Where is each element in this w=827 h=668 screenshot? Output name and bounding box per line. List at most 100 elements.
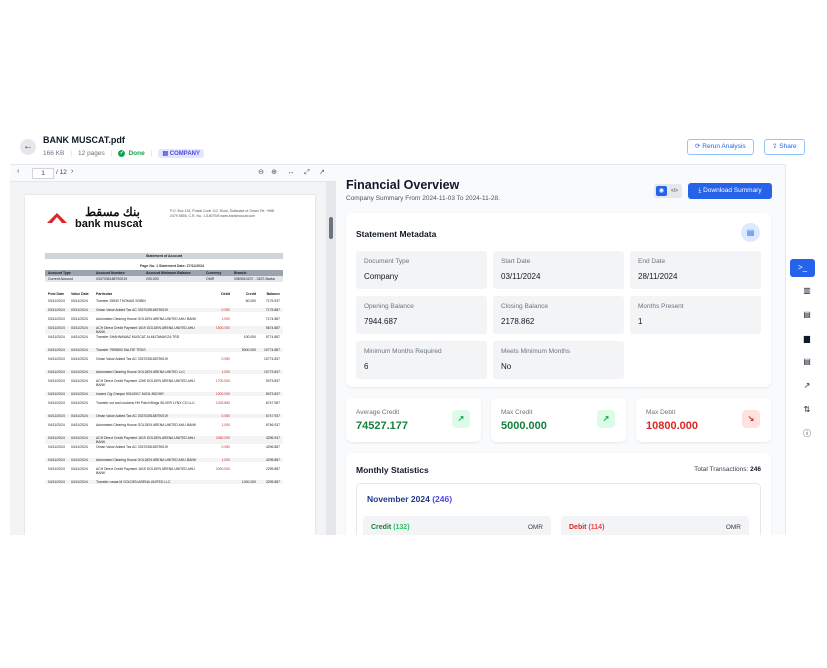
- transaction-cell: 2000.000: [215, 467, 230, 471]
- metadata-value: 28/11/2024: [638, 272, 678, 281]
- month-section: November 2024 (246) Credit (132) OMR Deb…: [356, 483, 761, 535]
- open-external-icon[interactable]: ↗: [317, 168, 327, 178]
- transaction-row: 04/11/2024 04/11/2024 Oman Value Added Tax…: [45, 357, 283, 361]
- pdf-toolbar: ‹ 1 / 12 › ⊖ ⊕ ↔ ⤢ ↗: [10, 165, 336, 182]
- pdf-viewer: ‹ 1 / 12 › ⊖ ⊕ ↔ ⤢ ↗ بنك مسقط bank musca…: [10, 164, 336, 535]
- sort-icon[interactable]: ⇅: [799, 402, 815, 418]
- document-icon[interactable]: ▤: [741, 223, 760, 242]
- transaction-cell: 04/11/2024: [48, 423, 65, 427]
- transaction-cell: 04/11/2024: [71, 401, 88, 405]
- transaction-cell: 7175.937: [265, 299, 280, 303]
- max-credit-card: Max Credit 5000.000 ↗: [491, 398, 626, 442]
- transaction-cell: [204, 299, 230, 303]
- transaction-cell: 1000.000: [215, 392, 230, 396]
- transaction-cell: 60.000: [245, 299, 256, 303]
- next-page-button[interactable]: ›: [71, 168, 73, 175]
- fullscreen-icon[interactable]: ⤢: [302, 168, 312, 178]
- metadata-value: 7944.687: [364, 317, 398, 326]
- card-title: Monthly Statistics: [356, 465, 429, 475]
- pdf-scrollbar[interactable]: [326, 182, 336, 535]
- trend-icon[interactable]: ↗: [799, 378, 815, 394]
- category-badge: ▤ COMPANY: [158, 149, 205, 158]
- transaction-cell: Transfer 25530 THOMAS SOBIN: [96, 299, 146, 303]
- account-value-cell: 0983910207 - 0337-Barka: [234, 277, 275, 281]
- logo-english: bank muscat: [75, 218, 143, 230]
- transaction-row: 04/11/2024 04/11/2024 Transfer rowas M GOL…: [45, 480, 283, 485]
- transaction-cell: ACH Direct Credit Payment 1269 GOLDEN AR…: [96, 379, 196, 388]
- transaction-cell: 04/11/2024: [71, 480, 88, 484]
- tx-header-cell: Credit: [245, 292, 256, 296]
- average-credit-card: Average Credit 74527.177 ↗: [346, 398, 481, 442]
- transaction-row: 04/11/2024 04/11/2024 Inward Clg Cheque 90…: [45, 392, 283, 397]
- transaction-cell: Inward Clg Cheque 90110517 M/111.BSOHR: [96, 392, 164, 396]
- book-icon[interactable]: ▆: [799, 331, 815, 347]
- page-number-input[interactable]: 1: [32, 168, 54, 179]
- transaction-cell: [230, 458, 256, 462]
- metadata-cell: Start Date 03/11/2024: [493, 251, 624, 289]
- document-icon[interactable]: ▤: [799, 307, 815, 323]
- transaction-cell: 04/11/2024: [48, 458, 65, 462]
- transaction-cell: [230, 414, 256, 418]
- tx-header-cell: Balance: [266, 292, 280, 296]
- transaction-cell: 04/11/2024: [48, 370, 65, 374]
- transaction-row: 04/11/2024 04/11/2024 Automated Clearing H…: [45, 423, 283, 427]
- prev-page-button[interactable]: ‹: [17, 168, 19, 175]
- total-value: 246: [750, 466, 761, 473]
- account-value-cell: Current Account: [48, 277, 74, 281]
- metadata-label: Start Date: [501, 258, 531, 265]
- page-subtitle: Company Summary From 2024-11-03 To 2024-…: [346, 195, 500, 202]
- currency-label: OMR: [527, 524, 543, 531]
- transaction-cell: 4296.887: [265, 445, 280, 449]
- transaction-cell: 04/11/2024: [48, 480, 65, 484]
- bar-chart-icon[interactable]: ▥: [799, 283, 815, 299]
- overview-panel: Financial Overview Company Summary From …: [336, 164, 785, 535]
- file-meta: 166 KB | 12 pages | ✓ Done | ▤ COMPANY: [43, 149, 205, 158]
- transaction-cell: [230, 445, 256, 449]
- info-icon[interactable]: ⓘ: [799, 426, 815, 442]
- transaction-cell: [230, 392, 256, 396]
- transaction-row: 04/11/2024 04/11/2024 ACH Direct Credit Pa…: [45, 436, 283, 445]
- total-pages: / 12: [56, 169, 67, 176]
- fit-width-icon[interactable]: ↔: [286, 168, 296, 178]
- metadata-cell: Meets Minimum Months No: [493, 341, 624, 379]
- transaction-cell: Automated Clearing House GOLDEN ARENA UN…: [96, 423, 197, 427]
- transaction-cell: 04/11/2024: [48, 445, 65, 449]
- transaction-row: 04/11/2024 04/11/2024 ACH Direct Credit Pa…: [45, 467, 283, 475]
- total-transactions: Total Transactions: 246: [694, 466, 761, 473]
- transaction-cell: 03/11/2024: [71, 308, 88, 312]
- transaction-cell: Transfer SHAHNAWAZ MUSCAT ALMUTAMAYZA TR…: [96, 335, 180, 339]
- transaction-cell: 04/11/2024: [71, 370, 88, 374]
- metadata-value: 2178.862: [501, 317, 535, 326]
- transaction-cell: [230, 326, 256, 334]
- scrollbar-thumb[interactable]: [329, 217, 333, 239]
- divider: |: [150, 150, 153, 157]
- credit-count: (132): [393, 524, 410, 531]
- zoom-in-icon[interactable]: ⊕: [269, 168, 279, 178]
- terminal-icon[interactable]: >_: [790, 259, 815, 277]
- back-button[interactable]: ←: [20, 139, 36, 155]
- transaction-cell: 10774.837: [263, 357, 280, 361]
- transaction-cell: 5000.000: [241, 348, 256, 352]
- transaction-cell: 04/11/2024: [48, 401, 65, 405]
- eye-icon[interactable]: ◉: [656, 186, 667, 196]
- share-button[interactable]: ⇪ Share: [764, 139, 805, 155]
- zoom-out-icon[interactable]: ⊖: [256, 168, 266, 178]
- code-icon[interactable]: </>: [669, 186, 680, 196]
- rerun-analysis-button[interactable]: ⟳ Rerun Analysis: [687, 139, 754, 155]
- transaction-cell: [230, 370, 256, 374]
- share-icon: ⇪: [772, 143, 778, 150]
- status-badge: ✓ Done: [118, 150, 145, 157]
- transaction-row: 03/11/2024 03/11/2024 Automated Clearing H…: [45, 317, 283, 321]
- account-table: Account Type Account Number: Account Min…: [45, 270, 283, 282]
- metadata-label: Meets Minimum Months: [501, 348, 570, 355]
- metadata-label: Opening Balance: [364, 303, 414, 310]
- transaction-cell: 04/11/2024: [48, 357, 65, 361]
- bank-logo-icon: [47, 213, 67, 223]
- file-text-icon[interactable]: ▤: [799, 354, 815, 370]
- transaction-cell: 04/11/2024: [48, 335, 65, 339]
- transaction-cell: 6747.937: [265, 414, 280, 418]
- status-text: Done: [128, 150, 145, 157]
- view-toggle: ◉ </>: [654, 184, 682, 198]
- download-summary-button[interactable]: ⤓ Download Summary: [688, 183, 772, 199]
- metadata-label: Closing Balance: [501, 303, 548, 310]
